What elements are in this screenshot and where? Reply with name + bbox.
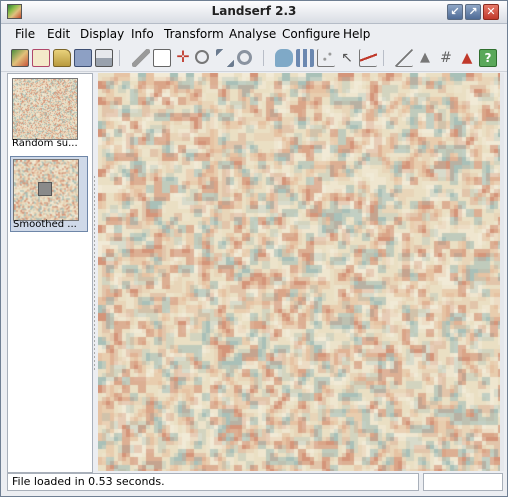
thumbnail-smoothed-surface[interactable]: Smoothed ... <box>10 156 88 232</box>
text-document-icon[interactable] <box>153 49 171 67</box>
app-window: Landserf 2.3 ↙ ↗ ✕ File Edit Display Inf… <box>0 0 508 497</box>
status-message: File loaded in 0.53 seconds. <box>7 473 419 491</box>
maximize-icon[interactable]: ↗ <box>465 4 481 20</box>
window-title: Landserf 2.3 <box>211 4 297 18</box>
open-folder-icon[interactable] <box>53 49 71 67</box>
viewport-indicator <box>38 182 52 196</box>
thumbnail-raster <box>13 79 77 139</box>
menu-display[interactable]: Display <box>80 27 124 41</box>
zoom-icon[interactable] <box>195 50 209 64</box>
save-disk-icon[interactable] <box>74 49 92 67</box>
new-vector-icon[interactable] <box>32 49 50 67</box>
path-icon[interactable] <box>216 49 234 67</box>
surface-raster <box>98 73 500 471</box>
status-secondary <box>423 473 503 491</box>
toolbar: ✛ ↖ ▲ # ▲ ? <box>1 45 507 72</box>
menu-analyse[interactable]: Analyse <box>229 27 276 41</box>
speech-bubble-icon[interactable] <box>275 49 293 67</box>
minimize-icon[interactable]: ↙ <box>447 4 463 20</box>
vertical-scrollbar[interactable] <box>500 73 504 471</box>
profile-line-icon[interactable] <box>359 49 377 67</box>
menu-bar: File Edit Display Info Transform Analyse… <box>1 24 507 44</box>
menu-edit[interactable]: Edit <box>47 27 70 41</box>
random-surface-preview <box>12 78 78 140</box>
toolbar-separator <box>263 50 264 66</box>
menu-file[interactable]: File <box>15 27 35 41</box>
thumbnail-label: Smoothed ... <box>13 219 77 230</box>
smoothed-surface-preview <box>13 159 79 221</box>
toolbar-separator <box>119 50 120 66</box>
menu-info[interactable]: Info <box>131 27 154 41</box>
scatter-icon[interactable] <box>317 49 335 67</box>
transform-axes-icon[interactable]: ✛ <box>174 49 192 67</box>
toolbar-separator <box>383 50 384 66</box>
status-bar: File loaded in 0.53 seconds. <box>7 473 503 491</box>
grid-icon[interactable]: # <box>437 49 455 67</box>
terrain-icon[interactable]: ▲ <box>458 49 476 67</box>
close-icon[interactable]: ✕ <box>483 4 499 20</box>
new-raster-icon[interactable] <box>11 49 29 67</box>
query-cursor-icon[interactable]: ↖ <box>338 49 356 67</box>
feature-icon[interactable]: ▲ <box>416 49 434 67</box>
print-icon[interactable] <box>95 49 113 67</box>
edit-pencil-icon[interactable] <box>132 49 150 67</box>
menu-transform[interactable]: Transform <box>164 27 224 41</box>
thumbnail-label: Random su... <box>12 138 78 149</box>
menu-configure[interactable]: Configure <box>282 27 340 41</box>
slope-angle-icon[interactable] <box>395 49 413 67</box>
thumbnail-random-surface[interactable]: Random su... <box>10 76 88 152</box>
help-icon[interactable]: ? <box>479 49 497 67</box>
splitter-grip[interactable] <box>94 176 95 371</box>
refresh-icon[interactable] <box>237 50 252 65</box>
menu-help[interactable]: Help <box>343 27 370 41</box>
thumbnail-panel: Random su... Smoothed ... <box>7 73 93 473</box>
histogram-icon[interactable] <box>296 49 314 67</box>
surface-canvas[interactable] <box>98 73 500 471</box>
title-bar[interactable]: Landserf 2.3 ↙ ↗ ✕ <box>1 1 507 24</box>
